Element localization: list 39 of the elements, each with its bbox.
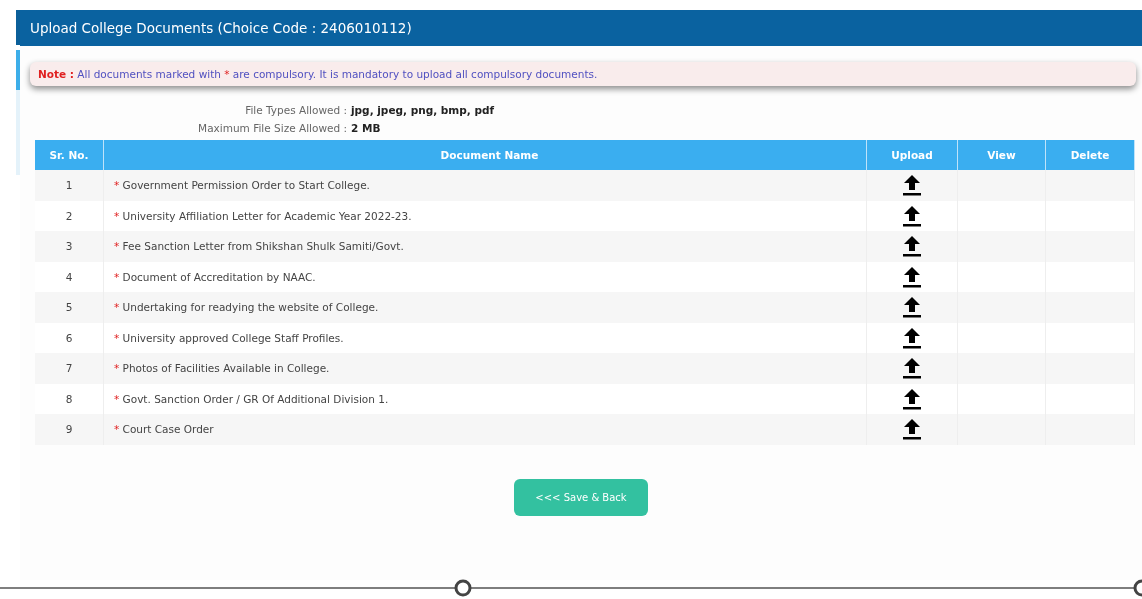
document-name-cell: * Document of Accreditation by NAAC. <box>103 261 867 292</box>
column-header: Upload <box>866 140 958 170</box>
serial-cell: 8 <box>35 383 104 414</box>
upload-icon[interactable] <box>902 387 922 410</box>
upload-icon[interactable] <box>902 174 922 197</box>
serial-cell: 5 <box>35 292 104 323</box>
upload-icon[interactable] <box>902 296 922 319</box>
document-name-cell: * Undertaking for readying the website of College. <box>103 292 867 323</box>
upload-icon[interactable] <box>902 357 922 380</box>
serial-cell: 4 <box>35 261 104 292</box>
serial-cell: 7 <box>35 353 104 384</box>
serial-cell: 3 <box>35 231 104 262</box>
serial-cell: 2 <box>35 200 104 231</box>
document-name-cell: * University Affiliation Letter for Academic Year 2022-23. <box>103 200 867 231</box>
serial-cell: 1 <box>35 170 104 201</box>
serial-cell: 9 <box>35 414 104 445</box>
document-name-cell: * Government Permission Order to Start College. <box>103 170 867 201</box>
info-value: jpg, jpeg, png, bmp, pdf <box>351 104 496 116</box>
document-name-cell: * Photos of Facilities Available in College. <box>103 353 867 384</box>
column-header: View <box>957 140 1046 170</box>
column-header: Document Name <box>103 140 867 170</box>
info-label: Maximum File Size Allowed : <box>197 122 347 134</box>
column-header: Sr. No. <box>35 140 104 170</box>
column-header: Delete <box>1045 140 1135 170</box>
info-value: 2 MB <box>351 122 382 134</box>
upload-icon[interactable] <box>902 326 922 349</box>
document-name-cell: * Govt. Sanction Order / GR Of Additional Division 1. <box>103 383 867 414</box>
document-name-cell: * Fee Sanction Letter from Shikshan Shulk Samiti/Govt. <box>103 231 867 262</box>
document-name-cell: * University approved College Staff Profiles. <box>103 322 867 353</box>
serial-cell: 6 <box>35 322 104 353</box>
upload-icon[interactable] <box>902 204 922 227</box>
note-text: Note : All documents marked with * are compulsory. It is mandatory to upload all compulsory documents. <box>38 68 598 80</box>
upload-icon[interactable] <box>902 235 922 258</box>
save-back-button[interactable]: <<< Save & Back <box>514 478 648 516</box>
document-name-cell: * Court Case Order <box>103 414 867 445</box>
upload-icon[interactable] <box>902 265 922 288</box>
upload-icon[interactable] <box>902 418 922 441</box>
info-label: File Types Allowed : <box>244 104 347 116</box>
panel-title: Upload College Documents (Choice Code : 2406010112) <box>30 20 412 36</box>
